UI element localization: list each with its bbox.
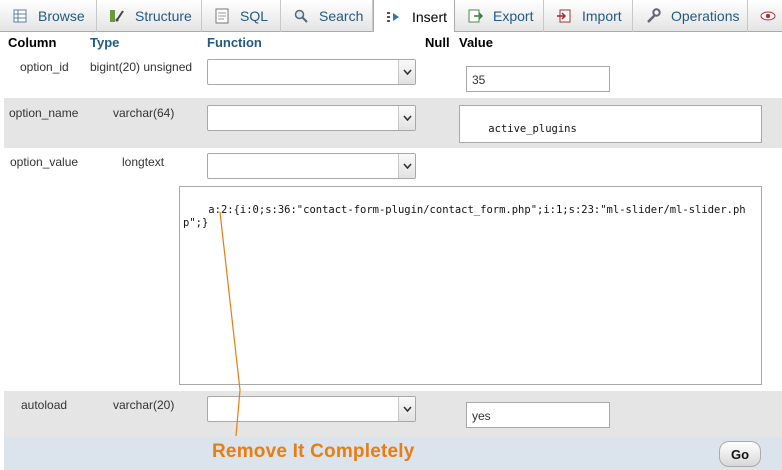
header-function[interactable]: Function [207, 35, 262, 50]
chevron-down-icon [398, 60, 415, 84]
resize-handle-icon[interactable] [751, 374, 760, 383]
function-select[interactable] [207, 105, 416, 131]
tab-label: Operations [671, 8, 740, 24]
value-input[interactable]: 35 [466, 66, 610, 92]
header-type[interactable]: Type [90, 35, 119, 50]
column-type: varchar(20) [113, 398, 175, 412]
tab-insert[interactable]: Insert [373, 0, 455, 33]
column-name: autoload [21, 398, 68, 412]
tab-label: SQL [240, 8, 269, 24]
tab-label: Browse [38, 8, 85, 24]
value-text: yes [472, 409, 491, 423]
column-header-row: Column Type Function Null Value [0, 32, 782, 54]
column-name: option_name [9, 106, 79, 120]
import-icon [556, 8, 572, 24]
tab-more[interactable] [748, 0, 782, 32]
header-null: Null [425, 35, 450, 50]
function-select[interactable] [207, 396, 416, 422]
value-textarea[interactable]: active_plugins [459, 105, 762, 143]
tab-bar: Browse Structure SQL Search Insert Expor… [0, 0, 782, 33]
go-button[interactable]: Go [719, 441, 761, 467]
tab-structure[interactable]: Structure [97, 0, 202, 32]
insert-icon [386, 9, 402, 25]
value-text: active_plugins [488, 123, 577, 135]
header-column: Column [8, 35, 57, 50]
function-select[interactable] [207, 59, 416, 85]
tab-label: Search [319, 8, 364, 24]
value-text: 35 [472, 73, 486, 87]
eye-icon [760, 8, 776, 24]
tab-search[interactable]: Search [281, 0, 373, 32]
chevron-down-icon [398, 154, 415, 178]
value-input[interactable]: yes [466, 402, 610, 428]
annotation-text: Remove It Completely [212, 441, 415, 462]
resize-handle-icon[interactable] [751, 132, 760, 141]
tab-browse[interactable]: Browse [0, 0, 97, 32]
table-row: option_name varchar(64) active_plugins [4, 98, 782, 148]
table-row: option_id bigint(20) unsigned 35 [4, 54, 782, 98]
tab-sql[interactable]: SQL [202, 0, 281, 32]
operations-icon [645, 8, 661, 24]
search-icon [293, 8, 309, 24]
column-type: bigint(20) unsigned [90, 60, 193, 74]
tab-import[interactable]: Import [544, 0, 633, 32]
sql-icon [214, 8, 230, 24]
table-row: option_value longtext a:2:{i:0;s:36:"con… [4, 148, 782, 391]
function-select[interactable] [207, 153, 416, 179]
column-name: option_id [20, 60, 69, 74]
tab-label: Import [582, 8, 622, 24]
browse-icon [12, 8, 28, 24]
tab-label: Insert [412, 8, 448, 25]
tab-label: Structure [135, 8, 192, 24]
value-text: a:2:{i:0;s:36:"contact-form-plugin/conta… [183, 204, 746, 229]
table-row: autoload varchar(20) yes [4, 391, 782, 437]
column-type: longtext [122, 155, 165, 169]
header-value: Value [459, 35, 493, 50]
tab-operations[interactable]: Operations [633, 0, 748, 32]
export-icon [467, 8, 483, 24]
tab-label: Export [493, 8, 534, 24]
column-type: varchar(64) [113, 106, 175, 120]
column-name: option_value [10, 155, 79, 169]
chevron-down-icon [398, 106, 415, 130]
tab-export[interactable]: Export [455, 0, 544, 32]
chevron-down-icon [398, 397, 415, 421]
value-textarea[interactable]: a:2:{i:0;s:36:"contact-form-plugin/conta… [179, 186, 762, 385]
structure-icon [109, 8, 125, 24]
